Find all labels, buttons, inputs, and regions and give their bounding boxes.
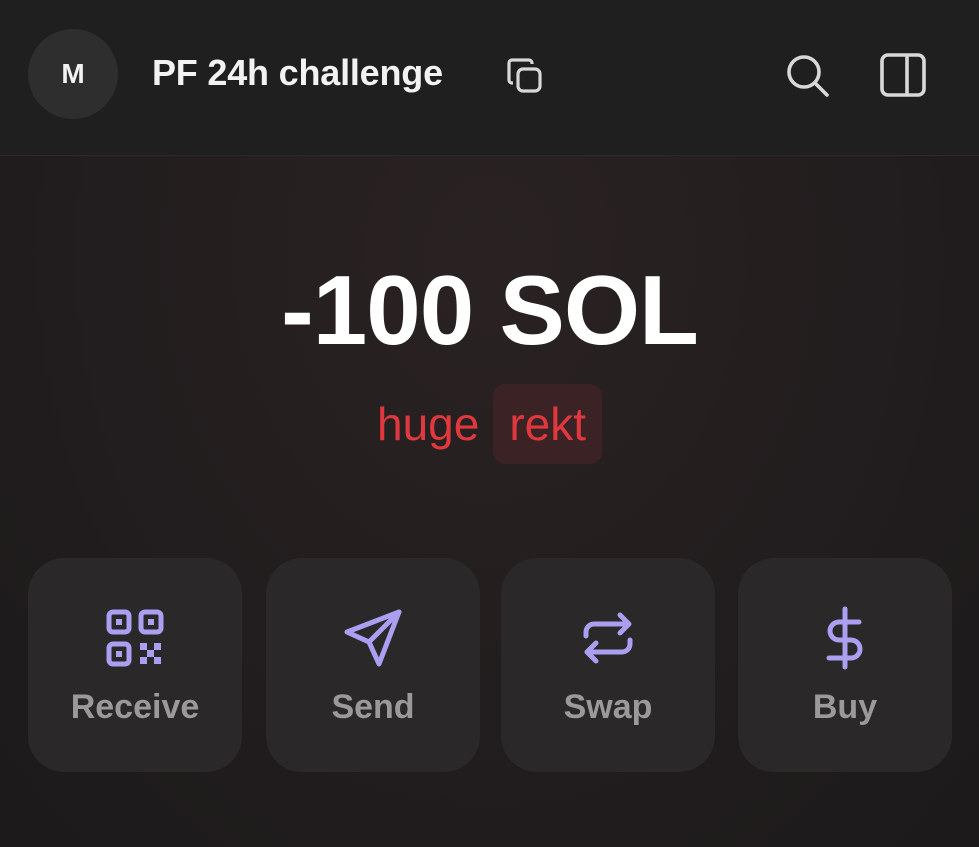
swap-button[interactable]: Swap bbox=[501, 558, 715, 772]
receive-label: Receive bbox=[70, 688, 200, 726]
search-icon[interactable] bbox=[782, 50, 832, 100]
send-icon bbox=[344, 609, 402, 667]
change-label: huge bbox=[376, 398, 480, 450]
send-label: Send bbox=[331, 688, 415, 726]
avatar[interactable]: M bbox=[28, 29, 118, 119]
buy-button[interactable]: Buy bbox=[738, 558, 952, 772]
send-button[interactable]: Send bbox=[266, 558, 480, 772]
sidebar-panel-icon[interactable] bbox=[878, 50, 928, 100]
wallet-name[interactable]: PF 24h challenge bbox=[152, 52, 443, 94]
balance-amount: -100 SOL bbox=[281, 255, 699, 365]
action-buttons: Receive Send Swap Buy bbox=[28, 558, 952, 772]
balance-change: huge rekt bbox=[0, 384, 979, 464]
dollar-icon bbox=[826, 606, 863, 670]
receive-button[interactable]: Receive bbox=[28, 558, 242, 772]
change-badge: rekt bbox=[493, 384, 603, 464]
header: M PF 24h challenge bbox=[0, 0, 979, 156]
wallet-app: M PF 24h challenge -100 SOL huge rekt Re… bbox=[0, 0, 979, 847]
swap-icon bbox=[583, 612, 633, 664]
copy-icon[interactable] bbox=[504, 55, 546, 97]
qr-code-icon bbox=[106, 609, 164, 667]
swap-label: Swap bbox=[563, 688, 653, 726]
buy-label: Buy bbox=[812, 688, 878, 726]
